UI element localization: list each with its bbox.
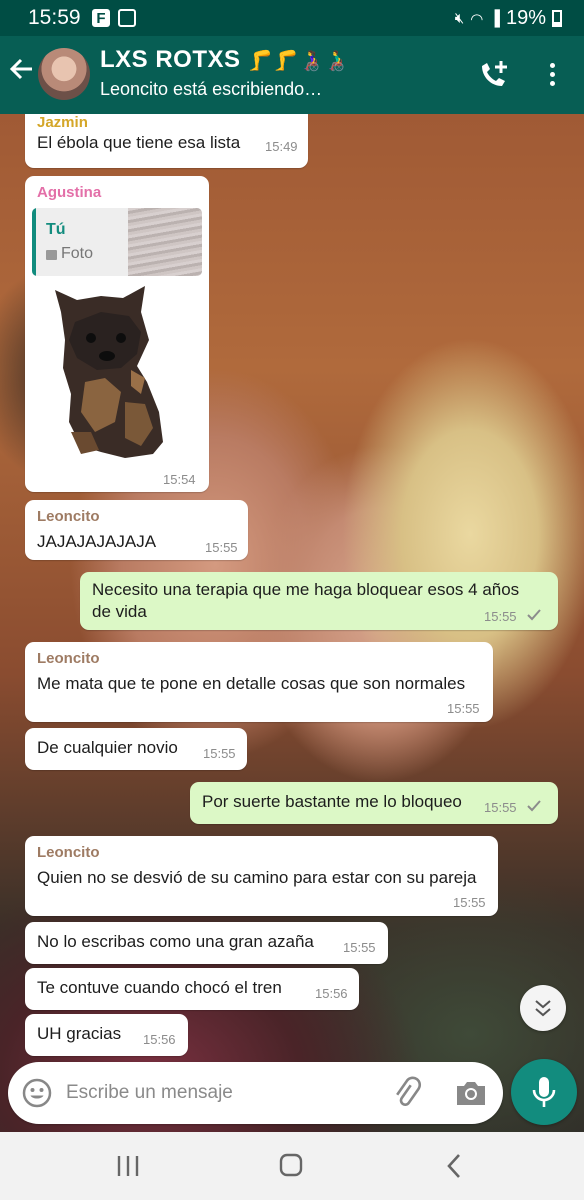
message-text-line2: de vida bbox=[92, 602, 147, 621]
outgoing-message-bubble[interactable]: Necesito una terapia que me haga bloquea… bbox=[80, 572, 558, 630]
message-bubble[interactable]: Te contuve cuando chocó el tren 15:56 bbox=[25, 968, 359, 1010]
mic-icon bbox=[532, 1077, 556, 1107]
quote-bar bbox=[32, 208, 36, 276]
chevron-down-icon bbox=[535, 1000, 551, 1017]
message-sender: Leoncito bbox=[37, 650, 100, 667]
message-sender: Leoncito bbox=[37, 844, 100, 861]
recents-svg bbox=[117, 1156, 139, 1176]
dog-sticker[interactable] bbox=[41, 282, 181, 472]
group-avatar[interactable] bbox=[38, 48, 90, 100]
message-time: 15:55 bbox=[453, 895, 486, 910]
status-time: 15:59 bbox=[28, 6, 81, 29]
message-bubble[interactable]: Jazmin El ébola que tiene esa lista 15:4… bbox=[25, 114, 308, 168]
message-composer bbox=[8, 1062, 503, 1124]
message-bubble[interactable]: Leoncito Quien no se desvió de su camino… bbox=[25, 836, 498, 916]
message-sender: Jazmin bbox=[37, 114, 88, 131]
message-text: Por suerte bastante me lo bloqueo bbox=[202, 792, 462, 811]
message-time: 15:56 bbox=[143, 1032, 176, 1047]
emoji-icon[interactable] bbox=[21, 1077, 53, 1109]
attach-svg bbox=[396, 1076, 422, 1106]
message-time: 15:56 bbox=[315, 986, 348, 1001]
message-time: 15:55 bbox=[447, 701, 480, 716]
back-arrow-svg bbox=[9, 58, 32, 80]
check-icon bbox=[527, 800, 541, 812]
quote-author: Tú bbox=[46, 221, 66, 238]
message-input[interactable] bbox=[66, 1074, 376, 1112]
message-time: 15:54 bbox=[163, 472, 196, 487]
message-text-line1: Necesito una terapia que me haga bloquea… bbox=[92, 580, 520, 599]
nav-back-icon[interactable] bbox=[442, 1152, 466, 1180]
message-text: Te contuve cuando chocó el tren bbox=[37, 978, 282, 997]
message-bubble[interactable]: Leoncito JAJAJAJAJAJA 15:55 bbox=[25, 500, 248, 560]
message-sender: Agustina bbox=[37, 184, 102, 201]
facebook-icon: F bbox=[92, 9, 110, 27]
message-bubble[interactable]: Leoncito Me mata que te pone en detalle … bbox=[25, 642, 493, 722]
message-time: 15:55 bbox=[484, 609, 517, 624]
message-bubble[interactable]: No lo escribas como una gran azaña 15:55 bbox=[25, 922, 388, 964]
chat-background: Jazmin El ébola que tiene esa lista 15:4… bbox=[0, 114, 584, 1132]
message-text: Me mata que te pone en detalle cosas que… bbox=[37, 674, 466, 693]
chat-title[interactable]: LXS ROTXS 🦵🦵👩‍🦽👨‍🦽 bbox=[100, 46, 349, 74]
message-text: No lo escribas como una gran azaña bbox=[37, 932, 314, 951]
message-bubble[interactable]: De cualquier novio 15:55 bbox=[25, 728, 247, 770]
attach-icon[interactable] bbox=[390, 1076, 424, 1110]
chat-header: LXS ROTXS 🦵🦵👩‍🦽👨‍🦽 Leoncito está escribi… bbox=[0, 36, 584, 114]
outgoing-message-bubble[interactable]: Por suerte bastante me lo bloqueo 15:55 bbox=[190, 782, 558, 824]
chat-title-emojis: 🦵🦵👩‍🦽👨‍🦽 bbox=[247, 50, 350, 72]
quoted-reply[interactable]: Tú Foto bbox=[32, 208, 202, 276]
message-text: Quien no se desvió de su camino para est… bbox=[37, 868, 477, 887]
home-icon[interactable] bbox=[278, 1151, 304, 1179]
message-text: De cualquier novio bbox=[37, 738, 178, 757]
add-call-icon[interactable] bbox=[476, 58, 510, 92]
sticker-message-bubble[interactable]: Agustina Tú Foto 15:54 bbox=[25, 176, 209, 492]
more-vert-icon[interactable] bbox=[542, 60, 562, 90]
camera-notification-icon bbox=[118, 9, 136, 27]
message-text: JAJAJAJAJAJA bbox=[37, 532, 157, 551]
message-time: 15:49 bbox=[265, 139, 298, 154]
message-time: 15:55 bbox=[484, 800, 517, 815]
system-nav-bar bbox=[0, 1132, 584, 1200]
camera-icon[interactable] bbox=[454, 1077, 488, 1109]
mic-button[interactable] bbox=[511, 1059, 577, 1125]
quote-thumbnail bbox=[128, 208, 202, 276]
scroll-to-bottom-button[interactable] bbox=[520, 985, 566, 1031]
message-time: 15:55 bbox=[203, 746, 236, 761]
camera-svg bbox=[457, 1082, 485, 1105]
signal-icon: ▐ bbox=[489, 10, 500, 27]
home-svg bbox=[279, 1153, 303, 1177]
message-bubble[interactable]: UH gracias 15:56 bbox=[25, 1014, 188, 1056]
wifi-icon: ◠ bbox=[470, 10, 484, 28]
battery-percent: 19% bbox=[505, 7, 546, 29]
recents-icon[interactable] bbox=[115, 1154, 141, 1178]
mute-icon: 🔇︎ bbox=[454, 10, 465, 27]
quote-label: Foto bbox=[61, 245, 94, 262]
battery-icon bbox=[552, 10, 562, 27]
check-icon bbox=[527, 609, 541, 621]
nav-back-svg bbox=[447, 1154, 460, 1178]
status-right: 🔇︎ ◠ ▐ 19% bbox=[455, 7, 562, 30]
message-text: El ébola que tiene esa lista bbox=[37, 133, 241, 152]
chat-title-text: LXS ROTXS bbox=[100, 46, 241, 73]
emoji-svg bbox=[22, 1078, 52, 1108]
message-time: 15:55 bbox=[205, 540, 238, 555]
message-text: UH gracias bbox=[37, 1024, 122, 1043]
status-bar: 15:59 F 🔇︎ ◠ ▐ 19% bbox=[0, 0, 584, 36]
message-sender: Leoncito bbox=[37, 508, 100, 525]
message-time: 15:55 bbox=[343, 940, 376, 955]
typing-status: Leoncito está escribiendo… bbox=[100, 79, 323, 99]
add-call-svg bbox=[482, 61, 507, 86]
back-arrow-icon[interactable] bbox=[8, 56, 34, 88]
photo-icon bbox=[46, 250, 57, 260]
